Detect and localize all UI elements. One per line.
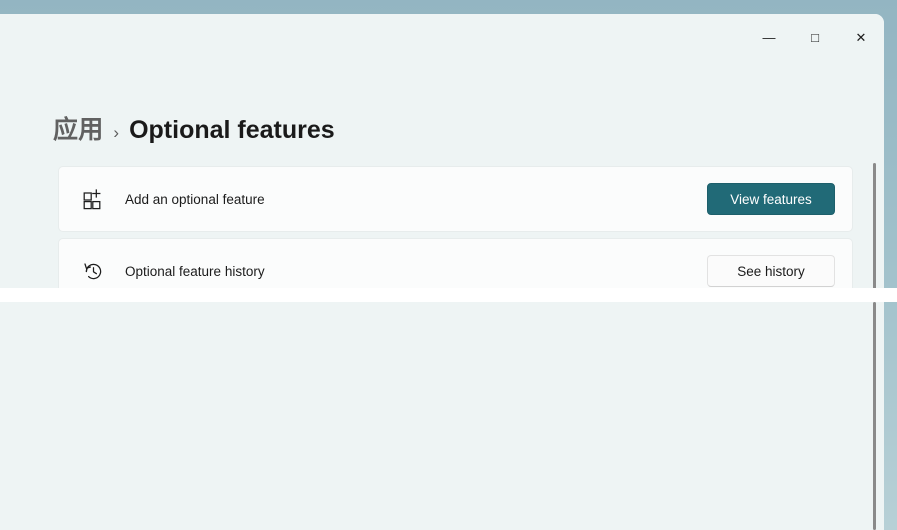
maximize-icon: □ — [811, 31, 819, 44]
title-bar[interactable]: — □ ✕ — [0, 14, 884, 60]
page-title: Optional features — [129, 116, 335, 145]
add-feature-icon — [75, 181, 111, 217]
vertical-scrollbar[interactable] — [869, 60, 881, 288]
settings-window-chinese: 应用 › 可选功能 添加可选功能 查看功能 — [0, 302, 884, 530]
vertical-scrollbar-chinese[interactable] — [869, 302, 881, 530]
breadcrumb-parent-link[interactable]: 应用 — [53, 110, 103, 146]
window-separator-gap — [0, 288, 897, 302]
minimize-button[interactable]: — — [746, 14, 792, 60]
scrollbar-thumb[interactable] — [873, 163, 876, 288]
breadcrumb: 应用 › Optional features — [53, 110, 335, 146]
minimize-icon: — — [763, 31, 776, 44]
breadcrumb-separator-icon: › — [113, 123, 119, 143]
close-button[interactable]: ✕ — [838, 14, 884, 60]
add-optional-feature-card[interactable]: Add an optional feature View features — [58, 166, 853, 232]
close-icon: ✕ — [856, 31, 867, 44]
optional-feature-history-label: Optional feature history — [125, 264, 707, 279]
maximize-button[interactable]: □ — [792, 14, 838, 60]
view-features-button[interactable]: View features — [707, 183, 835, 215]
window-caption-buttons: — □ ✕ — [746, 14, 884, 60]
scrollbar-thumb-chinese[interactable] — [873, 302, 876, 530]
see-history-button[interactable]: See history — [707, 255, 835, 287]
history-icon — [75, 253, 111, 288]
settings-window-english: — □ ✕ 应用 › Optional features — [0, 14, 884, 288]
optional-feature-history-card[interactable]: Optional feature history See history — [58, 238, 853, 288]
add-optional-feature-label: Add an optional feature — [125, 192, 707, 207]
